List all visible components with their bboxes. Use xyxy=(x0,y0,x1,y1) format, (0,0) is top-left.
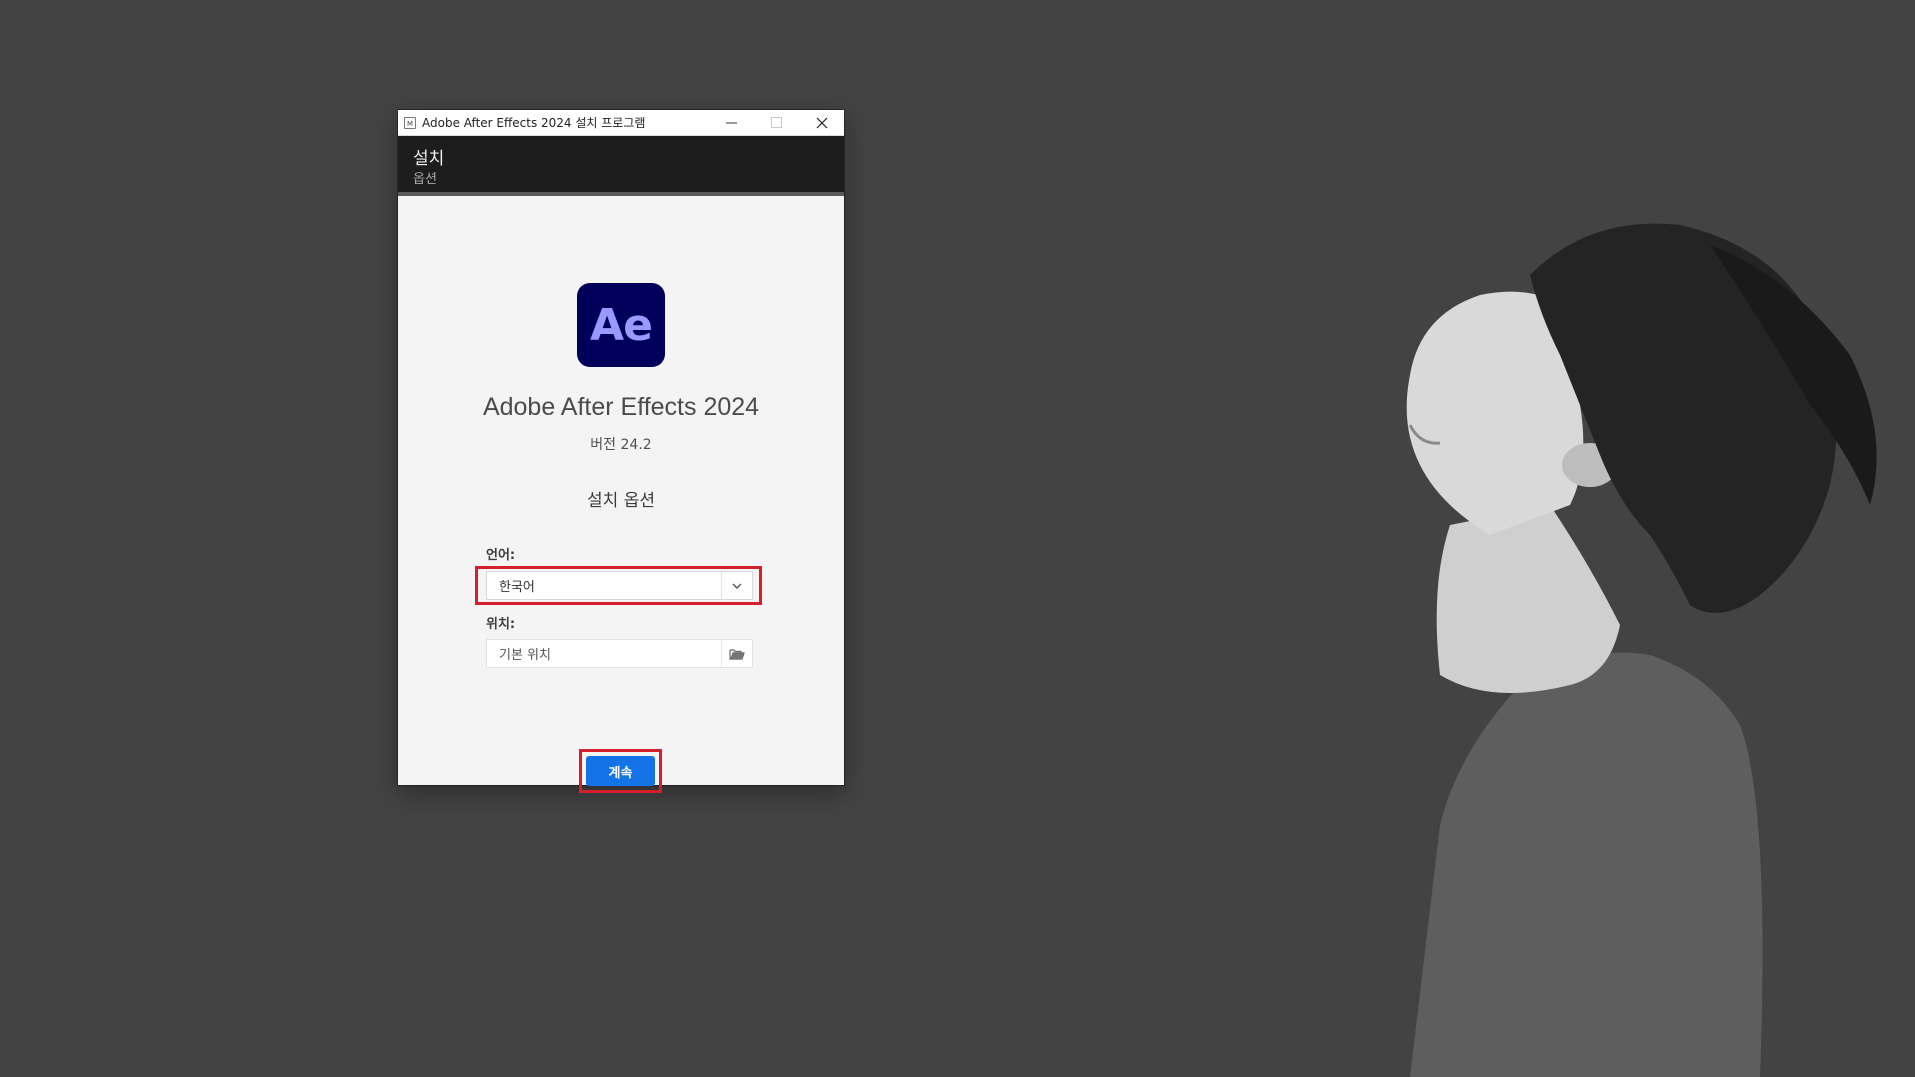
installer-window: M Adobe After Effects 2024 설치 프로그램 설치 옵션… xyxy=(398,110,844,793)
folder-icon xyxy=(729,648,745,660)
minimize-icon xyxy=(726,122,737,124)
logo-text: Ae xyxy=(590,299,653,351)
language-select[interactable]: 한국어 xyxy=(486,571,753,600)
after-effects-logo: Ae xyxy=(577,283,665,367)
product-version: 버전 24.2 xyxy=(590,437,652,453)
title-bar[interactable]: M Adobe After Effects 2024 설치 프로그램 xyxy=(398,110,844,136)
installer-header: 설치 옵션 xyxy=(398,136,844,196)
section-title: 설치 옵션 xyxy=(587,491,655,511)
maximize-button[interactable] xyxy=(754,110,799,135)
language-value: 한국어 xyxy=(499,580,535,595)
window-title: Adobe After Effects 2024 설치 프로그램 xyxy=(422,116,646,130)
installer-content: Ae Adobe After Effects 2024 버전 24.2 설치 옵… xyxy=(398,196,844,793)
close-icon xyxy=(816,117,827,128)
app-window-icon: M xyxy=(404,116,416,129)
continue-button[interactable]: 계속 xyxy=(586,756,655,786)
chevron-down-icon xyxy=(732,583,742,589)
language-label: 언어: xyxy=(486,548,516,563)
header-subtitle: 옵션 xyxy=(413,172,437,187)
window-controls xyxy=(709,110,844,135)
minimize-button[interactable] xyxy=(709,110,754,135)
language-dropdown-toggle[interactable] xyxy=(721,572,752,599)
location-input[interactable] xyxy=(487,639,721,668)
maximize-icon xyxy=(771,117,782,128)
location-field xyxy=(486,639,753,668)
close-button[interactable] xyxy=(799,110,844,135)
background-photo xyxy=(1406,223,1877,1077)
location-label: 위치: xyxy=(486,617,516,632)
product-name: Adobe After Effects 2024 xyxy=(482,393,760,421)
browse-folder-button[interactable] xyxy=(721,640,752,667)
header-title: 설치 xyxy=(413,149,445,169)
